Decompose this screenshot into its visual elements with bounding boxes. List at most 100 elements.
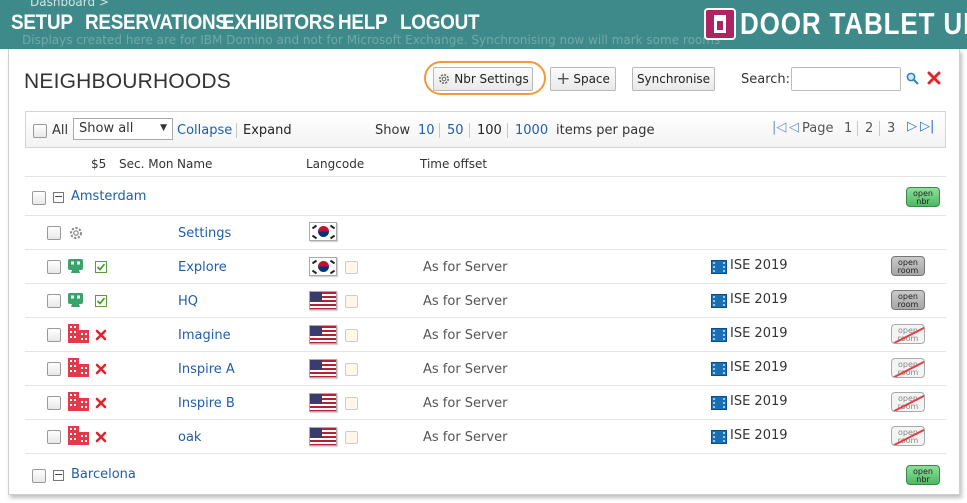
divider xyxy=(507,123,508,138)
nav-help[interactable]: HELP xyxy=(338,11,388,35)
top-nav: Dashboard > Displays created here are fo… xyxy=(0,0,967,49)
film-icon xyxy=(711,362,727,376)
open-room-badge[interactable]: open room xyxy=(891,392,925,412)
red-x-icon[interactable] xyxy=(95,397,107,409)
group-name[interactable]: Amsterdam xyxy=(71,189,146,204)
page-2[interactable]: 2 xyxy=(865,121,873,136)
flag-us-icon xyxy=(309,325,337,344)
building-icon xyxy=(68,324,89,343)
settings-link[interactable]: Settings xyxy=(178,226,231,241)
select-all-label: All xyxy=(52,123,69,138)
show-filter-select[interactable]: Show all ▼ xyxy=(73,118,173,140)
group-checkbox[interactable] xyxy=(32,191,46,205)
flag-kr-icon xyxy=(309,257,337,276)
divider xyxy=(439,123,440,138)
group-checkbox[interactable] xyxy=(32,469,46,483)
open-room-badge[interactable]: open room xyxy=(891,256,925,276)
gear-icon xyxy=(70,227,82,239)
open-room-badge[interactable]: open room xyxy=(891,324,925,344)
time-offset-value: As for Server xyxy=(423,362,508,377)
show-label: Show xyxy=(375,123,411,138)
film-icon xyxy=(711,294,727,308)
space-label: Space xyxy=(573,72,610,86)
row-checkbox[interactable] xyxy=(47,294,61,308)
column-langcode: Langcode xyxy=(306,157,365,171)
page-3[interactable]: 3 xyxy=(887,121,895,136)
event-name: ISE 2019 xyxy=(730,360,788,375)
nbr-settings-button[interactable]: Nbr Settings xyxy=(433,67,533,91)
row-checkbox[interactable] xyxy=(47,362,61,376)
select-all-checkbox[interactable] xyxy=(33,124,47,138)
edit-check-icon[interactable] xyxy=(95,261,107,273)
breadcrumb[interactable]: Dashboard > xyxy=(30,0,109,9)
tablet-icon xyxy=(68,293,83,307)
film-icon xyxy=(711,328,727,342)
nbr-settings-label: Nbr Settings xyxy=(454,72,529,86)
time-offset-value: As for Server xyxy=(423,328,508,343)
red-x-icon[interactable] xyxy=(95,329,107,341)
prev-page-icon[interactable]: ◁ xyxy=(789,120,799,135)
close-icon[interactable] xyxy=(927,71,941,85)
collapse-link[interactable]: Collapse xyxy=(177,123,232,138)
next-page-icon[interactable]: ▷ xyxy=(907,119,917,134)
search-label: Search: xyxy=(741,72,791,87)
page-size-100[interactable]: 100 xyxy=(477,123,502,138)
nav-reservations[interactable]: RESERVATIONS xyxy=(85,11,228,35)
secondary-checkbox[interactable] xyxy=(345,363,358,376)
first-page-icon[interactable]: |◁ xyxy=(772,120,786,135)
open-nbr-badge[interactable]: open nbr xyxy=(906,187,940,207)
divider xyxy=(236,123,237,138)
items-per-page-label: items per page xyxy=(556,123,655,138)
event-name: ISE 2019 xyxy=(730,258,788,273)
edit-check-icon[interactable] xyxy=(95,295,107,307)
open-room-badge[interactable]: open room xyxy=(891,290,925,310)
room-name-link[interactable]: HQ xyxy=(178,294,198,309)
nav-setup[interactable]: SETUP xyxy=(11,11,73,35)
brand-name: DOOR TABLET UI xyxy=(740,6,967,41)
row-checkbox[interactable] xyxy=(47,260,61,274)
secondary-checkbox[interactable] xyxy=(345,431,358,444)
time-offset-value: As for Server xyxy=(423,260,508,275)
event-name: ISE 2019 xyxy=(730,428,788,443)
room-name-link[interactable]: Explore xyxy=(178,260,227,275)
flag-us-icon xyxy=(309,427,337,446)
row-checkbox[interactable] xyxy=(47,328,61,342)
row-checkbox[interactable] xyxy=(47,430,61,444)
group-name[interactable]: Barcelona xyxy=(71,467,136,482)
flag-us-icon xyxy=(309,393,337,412)
open-nbr-badge[interactable]: open nbr xyxy=(906,465,940,485)
flag-us-icon xyxy=(309,359,337,378)
collapse-toggle-icon[interactable]: − xyxy=(53,191,64,203)
page-size-50[interactable]: 50 xyxy=(447,123,464,138)
red-x-icon[interactable] xyxy=(95,431,107,443)
film-icon xyxy=(711,396,727,410)
secondary-checkbox[interactable] xyxy=(345,329,358,342)
room-name-link[interactable]: Inspire B xyxy=(178,396,235,411)
synchronise-button[interactable]: Synchronise xyxy=(632,67,715,91)
secondary-checkbox[interactable] xyxy=(345,261,358,274)
room-name-link[interactable]: Imagine xyxy=(178,328,231,343)
nav-exhibitors[interactable]: EXHIBITORS xyxy=(222,11,335,35)
expand-link[interactable]: Expand xyxy=(243,123,292,138)
collapse-toggle-icon[interactable]: − xyxy=(53,469,64,481)
plus-icon: + xyxy=(556,69,571,89)
room-name-link[interactable]: Inspire A xyxy=(178,362,235,377)
row-checkbox[interactable] xyxy=(47,226,61,240)
nav-logout[interactable]: LOGOUT xyxy=(400,11,479,35)
page-1[interactable]: 1 xyxy=(844,121,852,136)
show-filter-value: Show all xyxy=(79,121,134,136)
open-room-badge[interactable]: open room xyxy=(891,426,925,446)
page-size-10[interactable]: 10 xyxy=(418,123,435,138)
row-checkbox[interactable] xyxy=(47,396,61,410)
last-page-icon[interactable]: ▷| xyxy=(920,119,934,134)
page-size-1000[interactable]: 1000 xyxy=(515,123,548,138)
secondary-checkbox[interactable] xyxy=(345,397,358,410)
open-room-badge[interactable]: open room xyxy=(891,358,925,378)
search-input[interactable] xyxy=(791,67,901,91)
red-x-icon[interactable] xyxy=(95,363,107,375)
search-icon[interactable] xyxy=(906,72,919,85)
room-name-link[interactable]: oak xyxy=(178,430,201,445)
secondary-checkbox[interactable] xyxy=(345,295,358,308)
event-name: ISE 2019 xyxy=(730,326,788,341)
add-space-button[interactable]: + Space xyxy=(550,67,616,91)
